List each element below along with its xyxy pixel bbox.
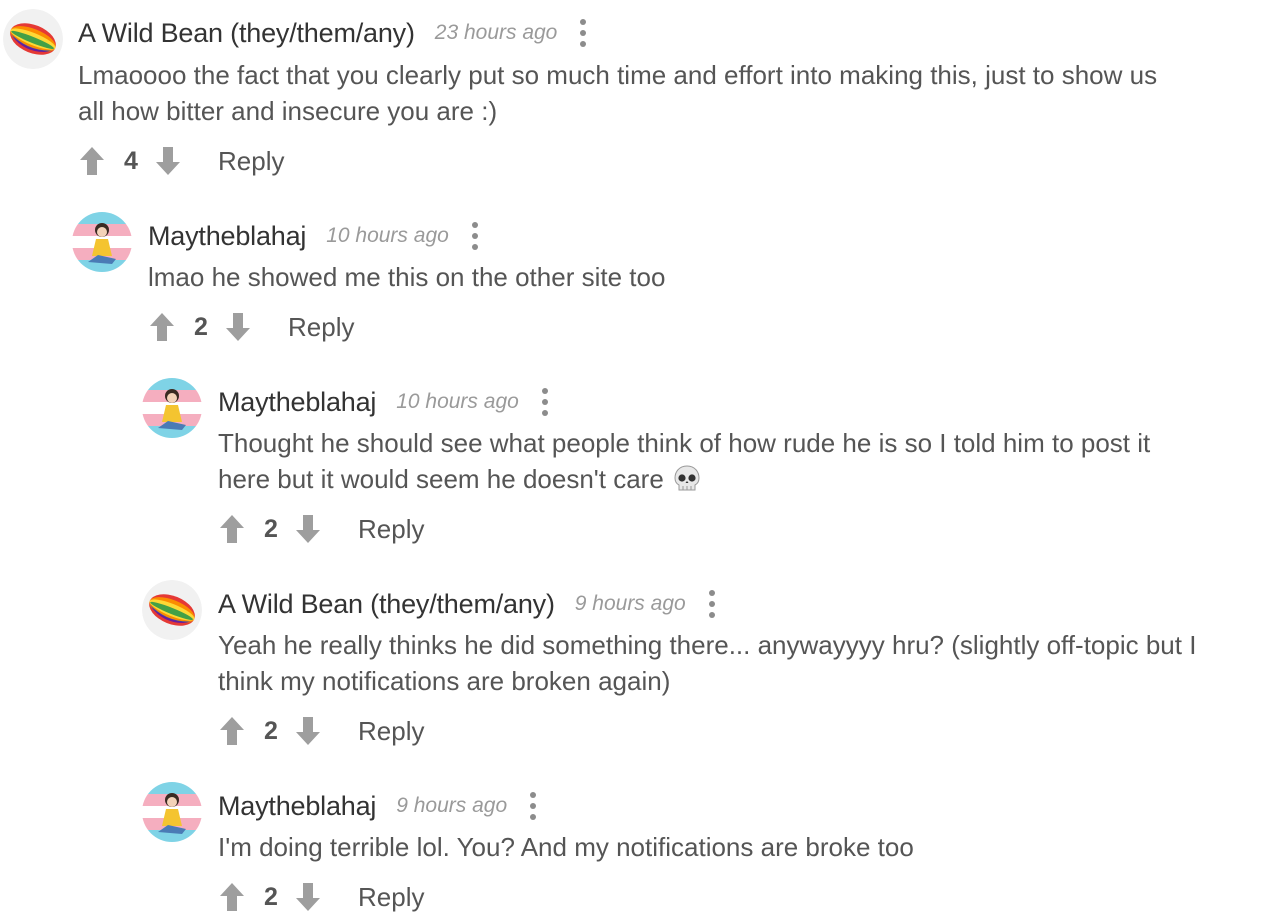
vote-count: 2 <box>264 882 278 911</box>
upvote-icon[interactable] <box>218 716 246 746</box>
downvote-icon[interactable] <box>224 312 252 342</box>
skull-emoji-icon <box>672 464 702 503</box>
comment-author[interactable]: A Wild Bean (they/them/any) <box>78 18 415 49</box>
downvote-icon[interactable] <box>294 514 322 544</box>
downvote-icon[interactable] <box>294 882 322 912</box>
avatar[interactable] <box>3 9 63 69</box>
comment-author[interactable]: A Wild Bean (they/them/any) <box>218 589 555 620</box>
reply-button[interactable]: Reply <box>358 514 424 545</box>
downvote-icon[interactable] <box>154 146 182 176</box>
comment-body: Thought he should see what people think … <box>218 425 1268 503</box>
comment-text: lmao he showed me this on the other site… <box>148 262 666 292</box>
comment-timestamp: 23 hours ago <box>434 21 558 44</box>
comment-timestamp: 10 hours ago <box>326 224 449 247</box>
comment-text: Yeah he really thinks he did something t… <box>218 630 1197 696</box>
comment-author[interactable]: Maytheblahaj <box>148 221 306 252</box>
comment-timestamp: 10 hours ago <box>396 390 519 413</box>
upvote-icon[interactable] <box>78 146 106 176</box>
reply-button[interactable]: Reply <box>288 312 354 343</box>
vote-count: 2 <box>264 716 278 745</box>
upvote-icon[interactable] <box>218 514 246 544</box>
upvote-icon[interactable] <box>148 312 176 342</box>
more-options-icon[interactable] <box>579 19 587 47</box>
vote-count: 2 <box>194 312 208 341</box>
upvote-icon[interactable] <box>218 882 246 912</box>
comment-text: Lmaoooo the fact that you clearly put so… <box>78 60 1158 126</box>
reply-button[interactable]: Reply <box>358 716 424 747</box>
vote-count: 4 <box>124 146 138 175</box>
reply-button[interactable]: Reply <box>358 882 424 913</box>
comment-author[interactable]: Maytheblahaj <box>218 791 376 822</box>
more-options-icon[interactable] <box>708 590 716 618</box>
comment-timestamp: 9 hours ago <box>574 592 686 615</box>
cartoon-girl-avatar-icon <box>142 782 202 842</box>
rainbow-bean-avatar-icon <box>142 580 202 640</box>
more-options-icon[interactable] <box>541 388 549 416</box>
more-options-icon[interactable] <box>471 222 479 250</box>
cartoon-girl-avatar-icon <box>142 378 202 438</box>
avatar[interactable] <box>142 782 202 842</box>
avatar[interactable] <box>142 580 202 640</box>
avatar[interactable] <box>72 212 132 272</box>
downvote-icon[interactable] <box>294 716 322 746</box>
vote-count: 2 <box>264 514 278 543</box>
comment-text: I'm doing terrible lol. You? And my noti… <box>218 832 914 862</box>
comment-timestamp: 9 hours ago <box>396 794 508 817</box>
avatar[interactable] <box>142 378 202 438</box>
more-options-icon[interactable] <box>529 792 537 820</box>
cartoon-girl-avatar-icon <box>72 212 132 272</box>
reply-button[interactable]: Reply <box>218 146 284 177</box>
comment-author[interactable]: Maytheblahaj <box>218 387 376 418</box>
rainbow-bean-avatar-icon <box>3 9 63 69</box>
